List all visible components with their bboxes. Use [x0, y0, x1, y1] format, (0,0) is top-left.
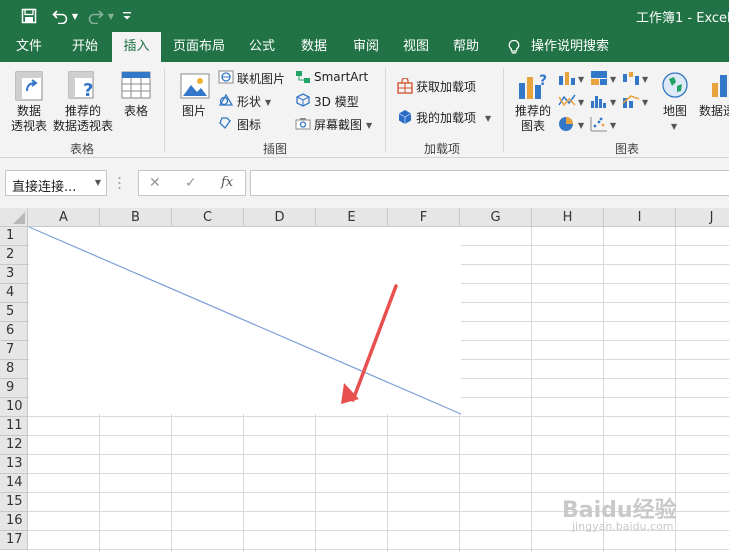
- name-box-dropdown-icon[interactable]: ▼: [95, 178, 101, 187]
- redo-dropdown-icon[interactable]: ▼: [106, 6, 116, 26]
- scatter-chart-dropdown-icon[interactable]: ▼: [610, 121, 616, 130]
- tab-home[interactable]: 开始: [62, 32, 108, 62]
- group-separator: [385, 68, 386, 152]
- tab-review[interactable]: 审阅: [344, 32, 388, 62]
- map-label[interactable]: 地图: [655, 104, 695, 119]
- recommended-pivot-label-2[interactable]: 数据透视表: [50, 119, 116, 134]
- column-chart-icon[interactable]: [558, 70, 576, 86]
- my-addins-dropdown-icon[interactable]: ▼: [485, 114, 491, 123]
- screenshot-dropdown-icon[interactable]: ▼: [366, 121, 372, 130]
- ribbon-tabs: 文件 开始 插入 页面布局 公式 数据 审阅 视图 帮助 操作说明搜索: [0, 32, 729, 62]
- pivot-table-label-1[interactable]: 数据: [8, 104, 50, 119]
- waterfall-chart-dropdown-icon[interactable]: ▼: [642, 75, 648, 84]
- hierarchy-chart-dropdown-icon[interactable]: ▼: [610, 75, 616, 84]
- title-bar: ▼ ▼ 工作簿1 - Excel: [0, 0, 729, 32]
- undo-icon[interactable]: [50, 6, 70, 26]
- pie-chart-dropdown-icon[interactable]: ▼: [578, 121, 584, 130]
- tell-me-search[interactable]: 操作说明搜索: [526, 32, 614, 62]
- svg-text:?: ?: [83, 80, 93, 101]
- 3d-model-label[interactable]: 3D 模型: [314, 93, 359, 110]
- combo-chart-dropdown-icon[interactable]: ▼: [642, 98, 648, 107]
- svg-text:?: ?: [539, 73, 547, 89]
- map-dropdown-icon[interactable]: ▼: [671, 122, 677, 131]
- shapes-label[interactable]: 形状: [237, 93, 261, 110]
- pivot-table-label-2[interactable]: 透视表: [8, 119, 50, 134]
- lightbulb-icon: [508, 39, 520, 54]
- pictures-label[interactable]: 图片: [176, 104, 212, 119]
- my-addins-icon[interactable]: [397, 109, 413, 125]
- tab-insert[interactable]: 插入: [112, 32, 161, 62]
- smartart-icon[interactable]: [295, 70, 311, 84]
- ribbon-insert: 数据 透视表 ? 推荐的 数据透视表 表格 表格 图片 联机图片 形状 ▼ 图标…: [0, 62, 729, 158]
- recommended-pivot-label-1[interactable]: 推荐的: [52, 104, 114, 119]
- formula-input[interactable]: [250, 170, 729, 196]
- insert-function-icon[interactable]: fx: [221, 175, 233, 190]
- tab-help[interactable]: 帮助: [444, 32, 488, 62]
- pivot-table-icon[interactable]: [15, 71, 43, 101]
- 3d-model-icon[interactable]: [295, 93, 311, 107]
- line-shape[interactable]: [28, 226, 462, 415]
- get-addins-label[interactable]: 获取加载项: [416, 78, 476, 95]
- worksheet-grid[interactable]: A B C D E F G H I J 1 2 3 4 5 6 7 8 9 10 11 12 13 14 15 16 17 Baid…: [0, 208, 729, 552]
- icons-icon[interactable]: [218, 116, 234, 130]
- map-chart-icon[interactable]: [661, 71, 689, 99]
- online-pictures-icon[interactable]: [218, 132, 234, 146]
- formula-bar-area: 直接连接... ▼ ✕ ✓ fx: [0, 158, 729, 208]
- recommended-charts-icon[interactable]: ?: [517, 71, 549, 101]
- redo-icon[interactable]: [86, 6, 106, 26]
- customize-quick-access-icon[interactable]: [120, 6, 134, 26]
- window-title: 工作簿1 - Excel: [636, 11, 729, 26]
- group-separator: [164, 68, 165, 152]
- name-box-value: 直接连接...: [12, 180, 77, 195]
- pivot-chart-icon[interactable]: [710, 71, 729, 99]
- tab-view[interactable]: 视图: [396, 32, 436, 62]
- my-addins-label[interactable]: 我的加载项: [416, 109, 476, 126]
- pictures-icon[interactable]: [180, 71, 210, 101]
- scatter-chart-icon[interactable]: [590, 116, 608, 132]
- tab-formulas[interactable]: 公式: [240, 32, 284, 62]
- table-icon[interactable]: [121, 71, 151, 99]
- tab-data[interactable]: 数据: [292, 32, 336, 62]
- red-arrow-annotation: [341, 284, 398, 404]
- online-pictures-label[interactable]: 联机图片: [237, 70, 285, 87]
- hierarchy-chart-icon[interactable]: [590, 70, 608, 86]
- formula-buttons: ✕ ✓ fx: [138, 170, 246, 196]
- recommended-charts-label-2[interactable]: 图表: [512, 119, 554, 134]
- pivot-chart-label[interactable]: 数据透: [697, 104, 729, 119]
- tab-file[interactable]: 文件: [6, 32, 52, 62]
- cancel-icon[interactable]: ✕: [149, 175, 161, 191]
- recommended-pivot-table-icon[interactable]: ?: [68, 71, 98, 101]
- table-label[interactable]: 表格: [118, 104, 154, 119]
- group-label-illustrations: 插图: [263, 142, 288, 156]
- column-chart-dropdown-icon[interactable]: ▼: [578, 75, 584, 84]
- group-label-tables: 表格: [70, 142, 95, 156]
- combo-chart-icon[interactable]: [622, 93, 640, 109]
- formula-bar-grip-icon[interactable]: [118, 176, 121, 190]
- name-box[interactable]: 直接连接... ▼: [5, 170, 107, 196]
- group-label-addins: 加载项: [424, 142, 461, 156]
- online-pictures-icon[interactable]: [218, 70, 234, 84]
- shapes-icon[interactable]: [218, 93, 234, 107]
- waterfall-chart-icon[interactable]: [622, 70, 640, 86]
- undo-dropdown-icon[interactable]: ▼: [70, 6, 80, 26]
- line-chart-icon[interactable]: [558, 93, 576, 109]
- statistic-chart-dropdown-icon[interactable]: ▼: [610, 98, 616, 107]
- pie-chart-icon[interactable]: [558, 116, 576, 132]
- group-separator: [503, 68, 504, 152]
- tab-page-layout[interactable]: 页面布局: [166, 32, 232, 62]
- enter-icon[interactable]: ✓: [185, 175, 197, 191]
- watermark-url: jingyan.baidu.com: [572, 520, 674, 533]
- store-icon[interactable]: [397, 78, 413, 94]
- recommended-charts-label-1[interactable]: 推荐的: [512, 104, 554, 119]
- line-chart-dropdown-icon[interactable]: ▼: [578, 98, 584, 107]
- save-icon[interactable]: [18, 6, 40, 26]
- icons-label[interactable]: 图标: [237, 116, 261, 133]
- smartart-label[interactable]: SmartArt: [314, 70, 368, 84]
- statistic-chart-icon[interactable]: [590, 93, 608, 109]
- shapes-dropdown-icon[interactable]: ▼: [265, 98, 271, 107]
- group-label-charts: 图表: [615, 142, 640, 156]
- screenshot-label[interactable]: 屏幕截图: [314, 116, 362, 133]
- screenshot-icon[interactable]: [295, 116, 311, 130]
